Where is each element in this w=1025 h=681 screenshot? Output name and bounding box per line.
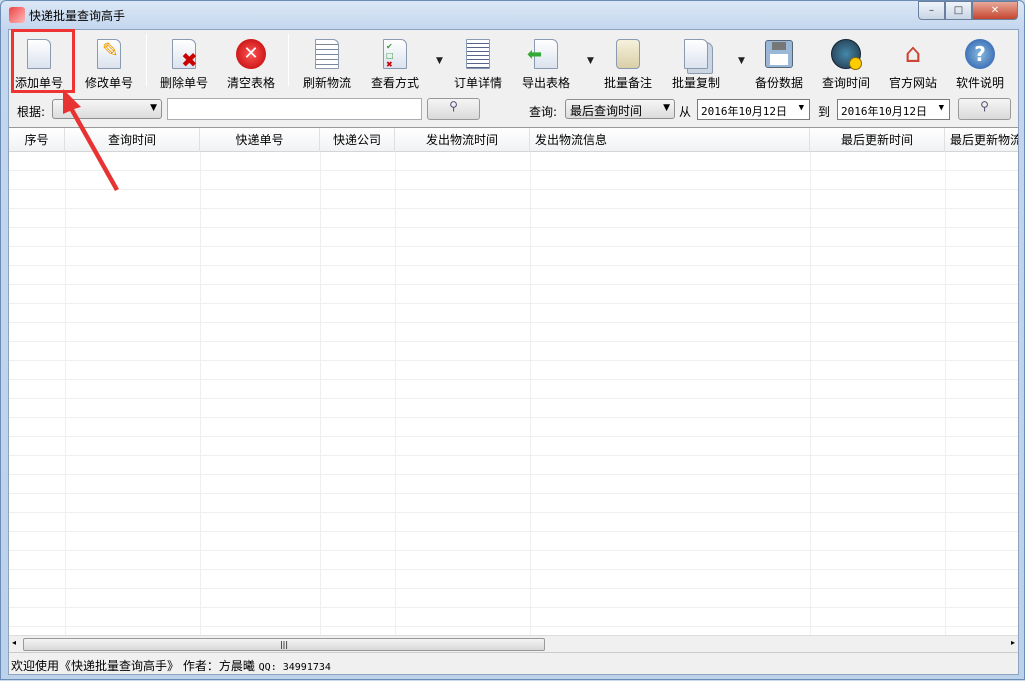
column-divider — [200, 152, 201, 635]
copy-documents-icon — [681, 38, 711, 70]
scroll-icon — [613, 38, 643, 70]
column-divider — [65, 152, 66, 635]
app-window: 快递批量查询高手 – □ ✕ 添加单号✎修改单号✖删除单号✕清空表格刷新物流✔□… — [0, 0, 1025, 680]
export-dropdown-arrow-icon[interactable]: ▼ — [587, 56, 594, 66]
basis-label: 根据: — [17, 103, 45, 120]
export-arrow-icon: ⬅ — [531, 38, 561, 70]
minimize-button[interactable]: – — [918, 1, 945, 20]
results-table: 序号查询时间快递单号快递公司发出物流时间发出物流信息最后更新时间最后更新物流 — [9, 127, 1018, 635]
delete-document-icon: ✖ — [169, 38, 199, 70]
backup-label: 备份数据 — [755, 74, 803, 91]
floppy-disk-icon — [764, 38, 794, 70]
scroll-left-icon[interactable]: ◂ — [12, 638, 16, 647]
help-question-icon: ? — [965, 38, 995, 70]
text-document-icon — [312, 38, 342, 70]
order-form-icon — [463, 38, 493, 70]
edit-button[interactable]: ✎ 修改单号 — [76, 32, 142, 92]
chevron-down-icon: ▼ — [939, 103, 944, 113]
export-button[interactable]: ⬅ 导出表格 — [513, 32, 579, 92]
basis-dropdown[interactable]: ▼ — [52, 99, 162, 119]
red-x-circle-icon: ✕ — [236, 38, 266, 70]
backup-button[interactable]: 备份数据 — [746, 32, 812, 92]
status-bar: 欢迎使用《快递批量查询高手》 作者：方晨曦 QQ: 34991734 — [9, 652, 1018, 674]
column-header[interactable]: 发出物流信息 — [530, 128, 810, 152]
refresh-button[interactable]: 刷新物流 — [294, 32, 360, 92]
column-header[interactable]: 快递公司 — [320, 128, 395, 152]
pencil-document-icon: ✎ — [94, 38, 124, 70]
copy-label: 批量复制 — [672, 74, 720, 91]
maximize-button[interactable]: □ — [945, 1, 972, 20]
search-button[interactable]: ⚲ — [427, 98, 480, 120]
view-label: 查看方式 — [371, 74, 419, 91]
column-header[interactable]: 序号 — [9, 128, 65, 152]
column-divider — [945, 152, 946, 635]
chevron-down-icon: ▼ — [663, 103, 670, 113]
column-header[interactable]: 最后更新物流 — [945, 128, 1018, 152]
table-body — [9, 152, 1018, 635]
query-label: 查询: — [529, 103, 557, 120]
client-area: 添加单号✎修改单号✖删除单号✕清空表格刷新物流✔□✖查看方式▼订单详情⬅导出表格… — [8, 29, 1019, 675]
status-text: 欢迎使用《快递批量查询高手》 作者：方晨曦 — [11, 659, 255, 673]
horizontal-scrollbar[interactable]: ◂ ||| ▸ — [9, 635, 1018, 652]
help-label: 软件说明 — [956, 74, 1004, 91]
scrollbar-thumb[interactable]: ||| — [23, 638, 545, 651]
delete-button[interactable]: ✖ 删除单号 — [151, 32, 217, 92]
clear-button[interactable]: ✕ 清空表格 — [218, 32, 284, 92]
app-icon — [9, 7, 25, 23]
delete-label: 删除单号 — [160, 74, 208, 91]
view-button[interactable]: ✔□✖ 查看方式 — [362, 32, 428, 92]
from-date-picker[interactable]: 2016年10月12日▼ — [697, 99, 810, 120]
query-search-button[interactable]: ⚲ — [958, 98, 1011, 120]
from-label: 从 — [679, 103, 691, 120]
close-button[interactable]: ✕ — [972, 1, 1018, 20]
checklist-icon: ✔□✖ — [380, 38, 410, 70]
detail-button[interactable]: 订单详情 — [445, 32, 511, 92]
note-label: 批量备注 — [604, 74, 652, 91]
edit-label: 修改单号 — [85, 74, 133, 91]
clear-label: 清空表格 — [227, 74, 275, 91]
note-button[interactable]: 批量备注 — [595, 32, 661, 92]
column-divider — [395, 152, 396, 635]
highlight-box — [11, 29, 75, 93]
column-header[interactable]: 快递单号 — [200, 128, 320, 152]
time-button[interactable]: 查询时间 — [813, 32, 879, 92]
site-label: 官方网站 — [889, 74, 937, 91]
export-label: 导出表格 — [522, 74, 570, 91]
search-icon: ⚲ — [449, 99, 458, 113]
time-label: 查询时间 — [822, 74, 870, 91]
detail-label: 订单详情 — [454, 74, 502, 91]
column-header[interactable]: 发出物流时间 — [395, 128, 530, 152]
chevron-down-icon: ▼ — [150, 103, 157, 113]
table-header: 序号查询时间快递单号快递公司发出物流时间发出物流信息最后更新时间最后更新物流 — [9, 128, 1018, 152]
scroll-right-icon[interactable]: ▸ — [1011, 638, 1015, 647]
search-icon: ⚲ — [980, 99, 989, 113]
chevron-down-icon: ▼ — [799, 103, 804, 113]
copy-button[interactable]: 批量复制 — [663, 32, 729, 92]
view-dropdown-arrow-icon[interactable]: ▼ — [436, 56, 443, 66]
help-button[interactable]: ? 软件说明 — [947, 32, 1013, 92]
column-divider — [530, 152, 531, 635]
column-header[interactable]: 查询时间 — [65, 128, 200, 152]
column-divider — [320, 152, 321, 635]
clock-icon — [831, 38, 861, 70]
toolbar-separator — [288, 34, 289, 86]
to-label: 到 — [818, 103, 830, 120]
site-button[interactable]: ⌂ 官方网站 — [880, 32, 946, 92]
to-date-picker[interactable]: 2016年10月12日▼ — [837, 99, 950, 120]
copy-dropdown-arrow-icon[interactable]: ▼ — [738, 56, 745, 66]
search-input[interactable] — [167, 98, 422, 120]
refresh-label: 刷新物流 — [303, 74, 351, 91]
toolbar-separator — [146, 34, 147, 86]
query-field-dropdown[interactable]: 最后查询时间▼ — [565, 99, 675, 119]
window-title: 快递批量查询高手 — [29, 7, 125, 24]
column-divider — [810, 152, 811, 635]
column-header[interactable]: 最后更新时间 — [810, 128, 945, 152]
status-qq: QQ: 34991734 — [259, 662, 331, 673]
house-icon: ⌂ — [898, 38, 928, 70]
